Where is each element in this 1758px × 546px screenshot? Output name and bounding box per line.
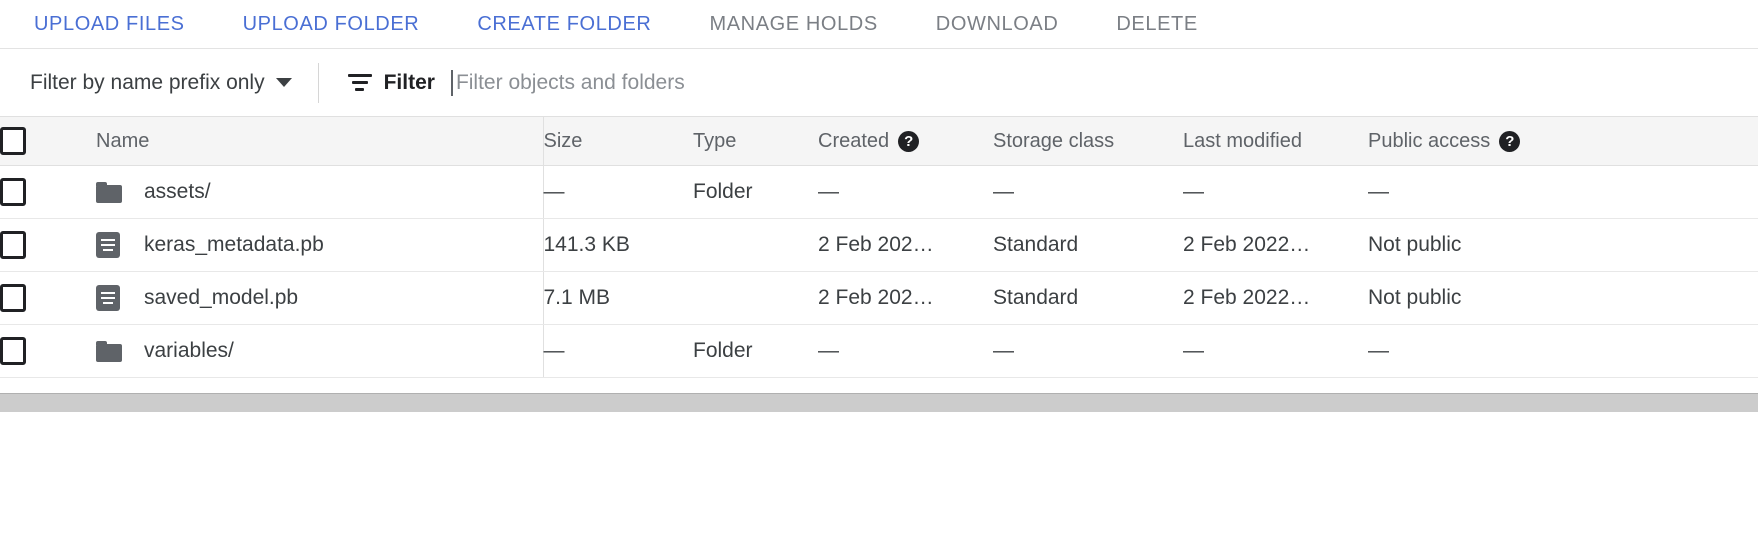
objects-table: Name Size Type Created ? Storage class L… xyxy=(0,116,1758,378)
filter-input-wrapper[interactable] xyxy=(451,70,1758,96)
filter-mode-label: Filter by name prefix only xyxy=(30,71,265,95)
column-header-last-modified[interactable]: Last modified xyxy=(1183,117,1368,166)
row-type xyxy=(693,219,818,272)
row-created: — xyxy=(818,325,993,378)
row-checkbox[interactable] xyxy=(0,178,26,206)
delete-button[interactable]: DELETE xyxy=(1116,13,1197,36)
table-row[interactable]: keras_metadata.pb 141.3 KB 2 Feb 202… St… xyxy=(0,219,1758,272)
row-public-access: — xyxy=(1368,325,1758,378)
help-icon[interactable]: ? xyxy=(1499,131,1520,152)
row-name-cell: assets/ xyxy=(96,166,543,219)
download-button[interactable]: DOWNLOAD xyxy=(936,13,1059,36)
file-icon xyxy=(96,285,120,311)
row-last-modified: 2 Feb 2022… xyxy=(1183,272,1368,325)
row-last-modified: 2 Feb 2022… xyxy=(1183,219,1368,272)
select-all-checkbox[interactable] xyxy=(0,127,26,155)
upload-files-button[interactable]: UPLOAD FILES xyxy=(34,13,185,36)
filter-icon xyxy=(347,72,373,93)
horizontal-scrollbar-thumb[interactable] xyxy=(0,394,1758,412)
row-type: Folder xyxy=(693,166,818,219)
row-public-access: — xyxy=(1368,166,1758,219)
column-header-name-label: Name xyxy=(96,130,149,152)
row-storage-class: Standard xyxy=(993,219,1183,272)
table-row[interactable]: assets/ — Folder — — — — xyxy=(0,166,1758,219)
column-header-public-access-label: Public access xyxy=(1368,130,1490,153)
row-name-cell: saved_model.pb xyxy=(96,272,543,325)
row-select-cell xyxy=(0,219,96,272)
create-folder-button[interactable]: CREATE FOLDER xyxy=(477,13,651,36)
row-public-access: Not public xyxy=(1368,272,1758,325)
table-body: assets/ — Folder — — — — keras_metadata.… xyxy=(0,166,1758,378)
table-row[interactable]: saved_model.pb 7.1 MB 2 Feb 202… Standar… xyxy=(0,272,1758,325)
row-size: 7.1 MB xyxy=(543,272,693,325)
row-created: — xyxy=(818,166,993,219)
filter-bar: Filter by name prefix only Filter xyxy=(0,49,1758,116)
column-header-size[interactable]: Size xyxy=(543,117,693,166)
row-size: — xyxy=(543,325,693,378)
row-checkbox[interactable] xyxy=(0,231,26,259)
select-all-header xyxy=(0,117,96,166)
column-header-created[interactable]: Created ? xyxy=(818,117,993,166)
row-name-label[interactable]: variables/ xyxy=(144,339,234,363)
row-last-modified: — xyxy=(1183,325,1368,378)
filter-bar-divider xyxy=(318,63,319,103)
filter-label: Filter xyxy=(384,71,435,95)
folder-icon xyxy=(96,341,122,362)
chevron-down-icon xyxy=(276,78,292,87)
column-header-storage-class-label: Storage class xyxy=(993,130,1114,152)
row-select-cell xyxy=(0,325,96,378)
column-header-storage-class[interactable]: Storage class xyxy=(993,117,1183,166)
row-type: Folder xyxy=(693,325,818,378)
column-header-type-label: Type xyxy=(693,130,736,152)
column-header-name[interactable]: Name xyxy=(96,117,543,166)
row-select-cell xyxy=(0,272,96,325)
row-type xyxy=(693,272,818,325)
row-created: 2 Feb 202… xyxy=(818,219,993,272)
filter-input[interactable] xyxy=(456,71,1056,95)
column-header-type[interactable]: Type xyxy=(693,117,818,166)
row-last-modified: — xyxy=(1183,166,1368,219)
column-header-size-label: Size xyxy=(544,130,583,152)
row-created: 2 Feb 202… xyxy=(818,272,993,325)
row-select-cell xyxy=(0,166,96,219)
horizontal-scrollbar[interactable] xyxy=(0,393,1758,412)
row-size: — xyxy=(543,166,693,219)
file-icon xyxy=(96,232,120,258)
row-checkbox[interactable] xyxy=(0,337,26,365)
manage-holds-button[interactable]: MANAGE HOLDS xyxy=(709,13,877,36)
row-name-label[interactable]: keras_metadata.pb xyxy=(144,233,324,257)
folder-icon xyxy=(96,182,122,203)
table-header: Name Size Type Created ? Storage class L… xyxy=(0,117,1758,166)
row-name-label[interactable]: assets/ xyxy=(144,180,211,204)
row-name-cell: keras_metadata.pb xyxy=(96,219,543,272)
row-name-label[interactable]: saved_model.pb xyxy=(144,286,298,310)
table-row[interactable]: variables/ — Folder — — — — xyxy=(0,325,1758,378)
row-checkbox[interactable] xyxy=(0,284,26,312)
filter-mode-select[interactable]: Filter by name prefix only xyxy=(30,71,292,95)
row-storage-class: Standard xyxy=(993,272,1183,325)
table-header-row: Name Size Type Created ? Storage class L… xyxy=(0,117,1758,166)
column-header-created-label: Created xyxy=(818,130,889,153)
text-cursor xyxy=(451,70,453,96)
object-actions-toolbar: UPLOAD FILES UPLOAD FOLDER CREATE FOLDER… xyxy=(0,0,1758,48)
row-storage-class: — xyxy=(993,325,1183,378)
row-storage-class: — xyxy=(993,166,1183,219)
row-name-cell: variables/ xyxy=(96,325,543,378)
column-header-public-access[interactable]: Public access ? xyxy=(1368,117,1758,166)
row-public-access: Not public xyxy=(1368,219,1758,272)
upload-folder-button[interactable]: UPLOAD FOLDER xyxy=(243,13,420,36)
column-header-last-modified-label: Last modified xyxy=(1183,130,1302,152)
help-icon[interactable]: ? xyxy=(898,131,919,152)
row-size: 141.3 KB xyxy=(543,219,693,272)
